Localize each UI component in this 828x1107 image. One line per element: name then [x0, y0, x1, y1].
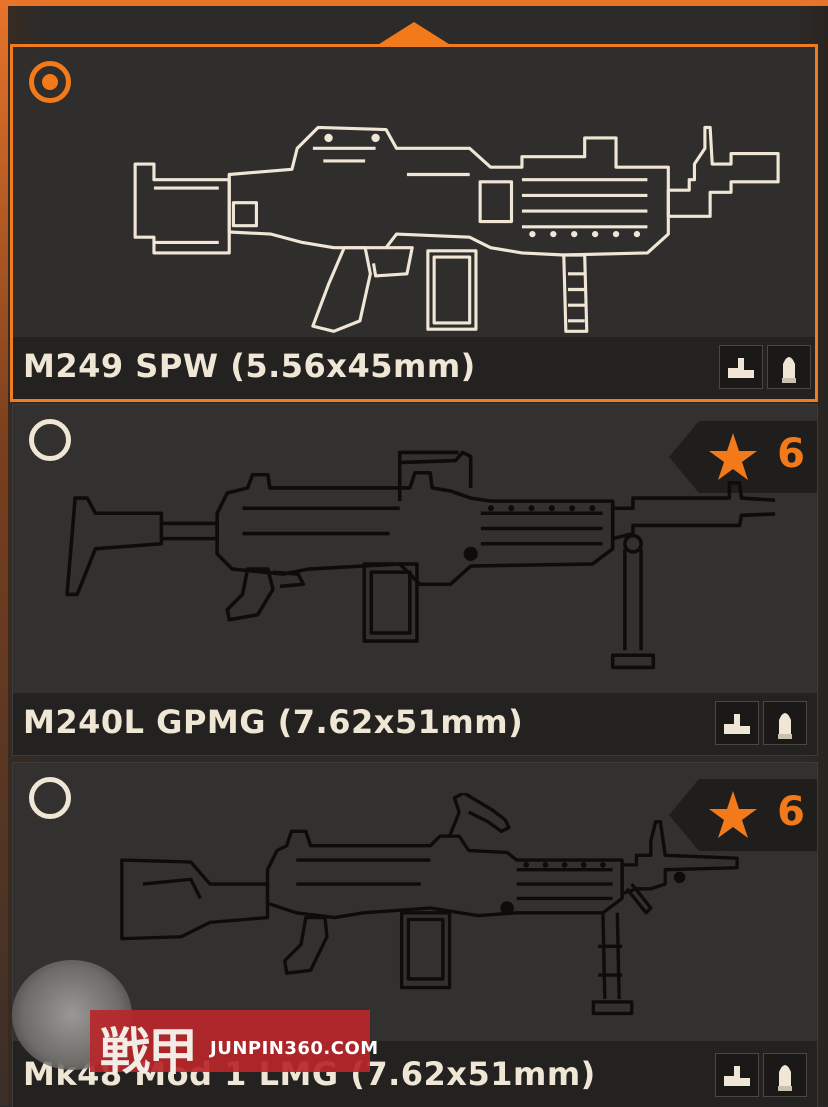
ammo-stat-icon[interactable] [767, 345, 811, 389]
panel-edge-glow [0, 0, 8, 1106]
radio-unselected-icon[interactable] [29, 777, 71, 819]
mk48-lmg-silhouette-icon [120, 793, 739, 1016]
weapon-name-bar: Mk48 Mod 1 LMG (7.62x51mm) [13, 1041, 817, 1107]
weapon-name: M240L GPMG (7.62x51mm) [23, 703, 524, 741]
ammo-stat-icon[interactable] [763, 701, 807, 745]
radio-selected-icon[interactable] [29, 61, 71, 103]
stock-stat-icon[interactable] [719, 345, 763, 389]
scroll-up-triangle-icon[interactable] [376, 22, 452, 46]
weapon-name-bar: M240L GPMG (7.62x51mm) [13, 693, 817, 755]
weapon-name-bar: M249 SPW (5.56x45mm) [13, 337, 815, 399]
tier-number: 6 [777, 431, 805, 477]
weapon-card-m249[interactable]: M249 SPW (5.56x45mm) [10, 44, 818, 402]
m240l-gpmg-silhouette-icon [65, 450, 775, 670]
ammo-stat-icon[interactable] [763, 1053, 807, 1097]
m249-spw-silhouette-icon [133, 125, 780, 333]
stock-stat-icon[interactable] [715, 701, 759, 745]
weapon-card-m240l[interactable]: 6 M240L GPMG (7.62x51mm) [12, 404, 818, 756]
stock-stat-icon[interactable] [715, 1053, 759, 1097]
weapon-name: Mk48 Mod 1 LMG (7.62x51mm) [23, 1055, 596, 1093]
panel-top-border [0, 0, 828, 6]
weapon-name: M249 SPW (5.56x45mm) [23, 347, 476, 385]
weapon-card-mk48[interactable]: 6 Mk48 Mod 1 LMG (7.62x51mm) [12, 762, 818, 1107]
